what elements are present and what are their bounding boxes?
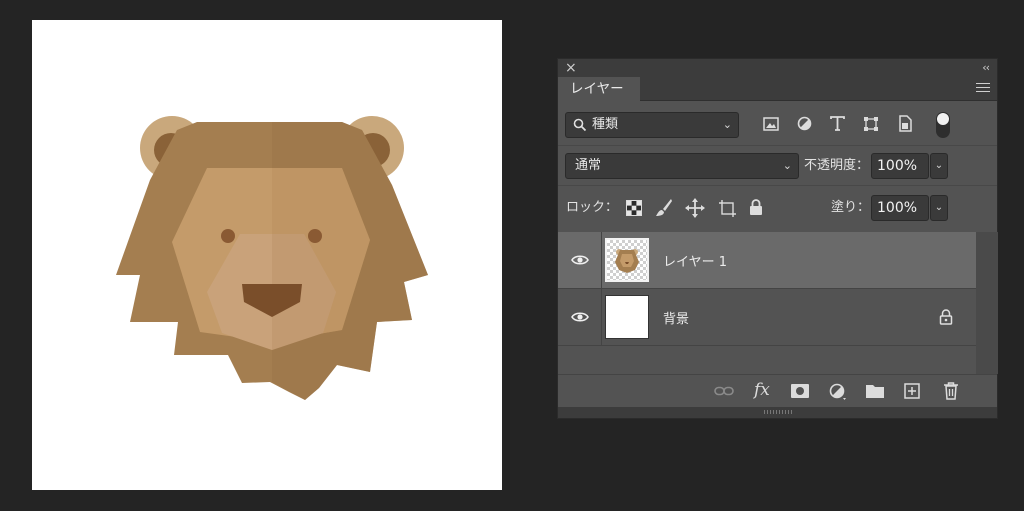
layers-list: レイヤー 1 背景: [558, 232, 976, 374]
chevron-down-icon: ⌄: [782, 159, 792, 172]
smart-object-filter-icon[interactable]: [898, 115, 912, 132]
lock-row: ロック： 塗り： 100% ⌄: [558, 186, 997, 232]
layer-mask-icon[interactable]: [791, 384, 809, 398]
lock-all-icon[interactable]: [749, 199, 763, 216]
lock-label: ロック：: [566, 200, 619, 215]
lock-icon: [939, 309, 953, 325]
type-filter-icon[interactable]: [830, 116, 845, 131]
eye-icon[interactable]: [571, 311, 589, 323]
filter-kind-value: 種類: [592, 117, 619, 132]
layers-scrollbar[interactable]: [976, 232, 998, 374]
new-layer-icon[interactable]: [904, 383, 920, 399]
tab-bar: レイヤー: [558, 77, 997, 101]
lock-position-icon[interactable]: [685, 198, 705, 218]
lion-thumbnail-icon: [615, 249, 639, 273]
filter-toggle-icon[interactable]: [936, 112, 950, 138]
layer-thumbnail: [605, 238, 649, 282]
layer-name-layer1[interactable]: レイヤー 1: [663, 251, 727, 270]
link-icon[interactable]: [714, 386, 734, 396]
lock-transparent-icon[interactable]: [626, 200, 642, 216]
visibility-toggle[interactable]: [558, 232, 602, 288]
visibility-toggle[interactable]: [558, 289, 602, 345]
image-filter-icon[interactable]: [763, 117, 779, 131]
panel-title-bar: × ‹‹: [558, 59, 997, 77]
blend-row: 通常 ⌄ 不透明度： 100% ⌄: [558, 146, 997, 185]
adjustment-filter-icon[interactable]: [797, 116, 812, 131]
fx-icon[interactable]: fx: [754, 380, 770, 400]
trash-icon[interactable]: [943, 382, 959, 400]
layers-panel: × ‹‹ レイヤー 種類 ⌄ 通常 ⌄ 不透明度： 100% ⌄ ロック： 塗り…: [557, 58, 998, 419]
panel-resize-strip[interactable]: [558, 407, 997, 418]
layer-thumbnail: [605, 295, 649, 339]
chevron-down-icon: ⌄: [722, 118, 732, 131]
fill-label: 塗り：: [831, 200, 871, 215]
layer-row-background[interactable]: 背景: [558, 289, 976, 346]
shape-filter-icon[interactable]: [863, 116, 879, 132]
lock-image-icon[interactable]: [655, 198, 673, 218]
opacity-chevron-icon[interactable]: ⌄: [930, 153, 948, 179]
folder-icon[interactable]: [866, 384, 884, 398]
collapse-icon[interactable]: ‹‹: [982, 59, 990, 77]
resize-grip-icon[interactable]: [764, 410, 792, 414]
lion-illustration: [116, 116, 428, 400]
adjustment-layer-icon[interactable]: [829, 383, 847, 401]
layer-name-background[interactable]: 背景: [663, 308, 689, 327]
filter-row: 種類 ⌄: [558, 101, 997, 145]
layers-footer: fx: [558, 374, 997, 408]
eye-icon[interactable]: [571, 254, 589, 266]
layer-row-layer1[interactable]: レイヤー 1: [558, 232, 976, 289]
opacity-field[interactable]: 100%: [871, 153, 929, 179]
tab-layers[interactable]: レイヤー: [558, 77, 640, 101]
close-icon[interactable]: ×: [565, 59, 577, 77]
panel-menu-icon[interactable]: [976, 83, 990, 95]
document-canvas[interactable]: [32, 20, 502, 490]
opacity-label: 不透明度：: [804, 158, 870, 173]
lock-artboard-icon[interactable]: [717, 198, 737, 218]
blend-mode-value: 通常: [575, 158, 602, 173]
search-icon: [573, 118, 587, 132]
fill-field[interactable]: 100%: [871, 195, 929, 221]
filter-kind-dropdown[interactable]: 種類 ⌄: [565, 112, 739, 138]
blend-mode-dropdown[interactable]: 通常 ⌄: [565, 153, 799, 179]
fill-chevron-icon[interactable]: ⌄: [930, 195, 948, 221]
